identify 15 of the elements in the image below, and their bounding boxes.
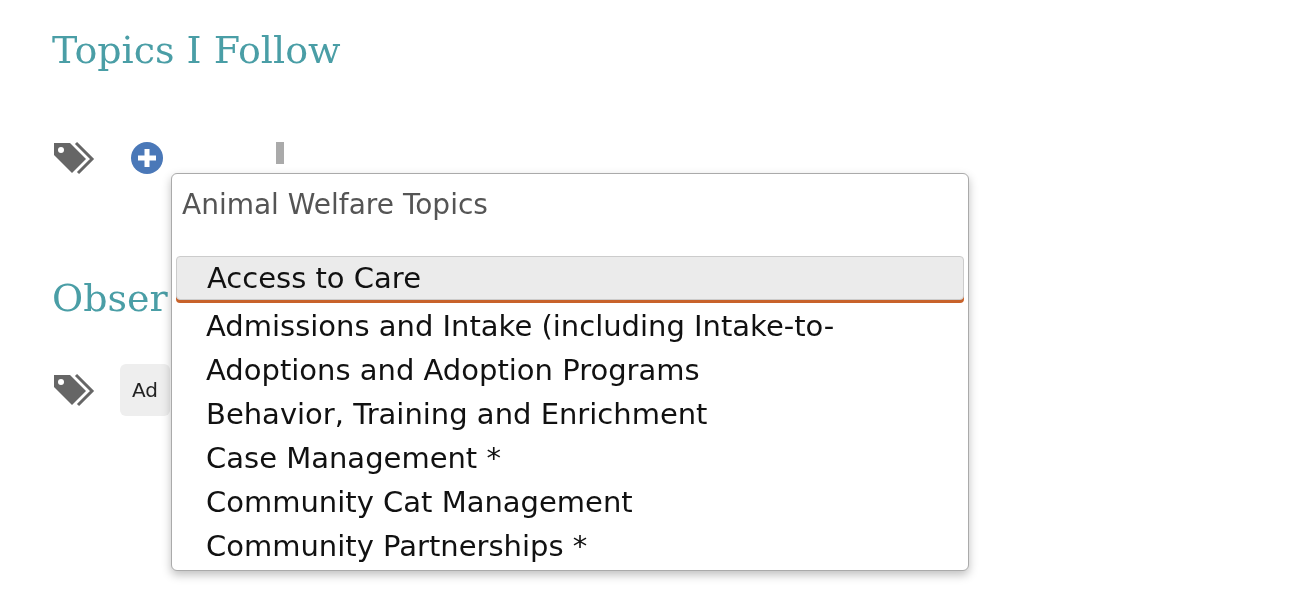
dropdown-option[interactable]: Access to Care (176, 256, 964, 300)
dropdown-option[interactable]: Admissions and Intake (including Intake-to- (176, 304, 964, 348)
dropdown-option[interactable]: Behavior, Training and Enrichment (176, 392, 964, 436)
input-caret (276, 142, 284, 164)
dropdown-option[interactable]: Community Cat Management (176, 480, 964, 524)
tags-icon (52, 141, 96, 175)
dropdown-option[interactable]: Community Partnerships * (176, 524, 964, 568)
topic-tag[interactable]: Ad (120, 364, 171, 416)
dropdown-option[interactable]: Case Management * (176, 436, 964, 480)
tags-icon (52, 373, 96, 407)
section-heading: Topics I Follow (52, 27, 341, 74)
dropdown-option[interactable]: Adoptions and Adoption Programs (176, 348, 964, 392)
section-heading: Obser (52, 275, 168, 322)
dropdown-group-title: Animal Welfare Topics (181, 187, 489, 223)
add-icon[interactable] (130, 141, 164, 175)
